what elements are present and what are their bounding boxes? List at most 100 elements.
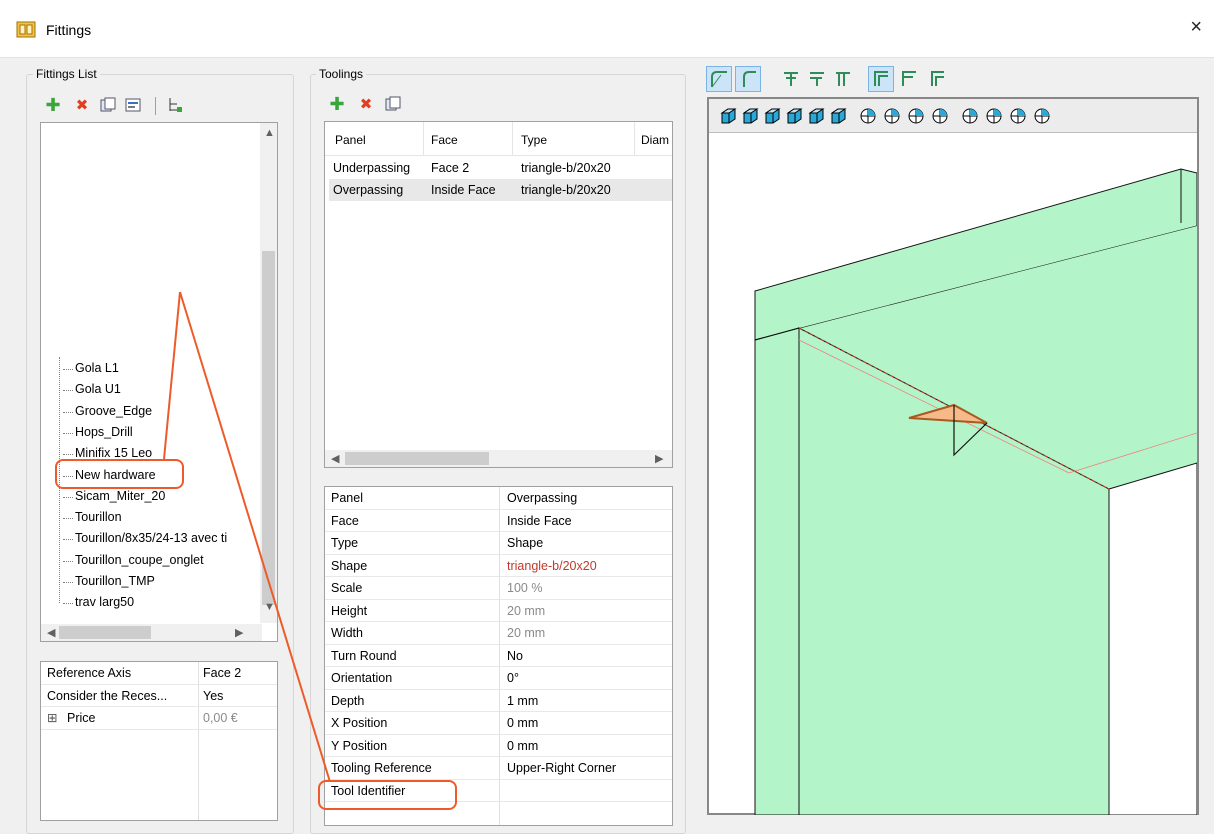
- tooling-properties-grid[interactable]: Panel Overpassing Face Inside Face Type Shape…: [324, 486, 673, 826]
- view-cube-icon[interactable]: [907, 107, 925, 125]
- scroll-down-arrow[interactable]: ▼: [264, 601, 275, 613]
- tree-item[interactable]: Tourillon_coupe_onglet: [63, 553, 204, 567]
- corner-joint-3-icon[interactable]: [924, 66, 950, 92]
- view-cube-icon[interactable]: [741, 107, 759, 125]
- t-joint-1-icon[interactable]: [778, 66, 804, 92]
- toolings-horizontal-scrollbar[interactable]: ◀ ▶: [325, 450, 672, 467]
- property-name: Height: [331, 603, 368, 618]
- tree-item[interactable]: Sicam_Miter_20: [62, 489, 165, 503]
- copy-tooling-icon[interactable]: [384, 95, 402, 113]
- property-row[interactable]: Face Inside Face: [325, 510, 672, 532]
- property-row[interactable]: Shape triangle-b/20x20: [325, 555, 672, 577]
- scroll-up-arrow[interactable]: ▲: [264, 127, 275, 139]
- property-name: Reference Axis: [47, 666, 132, 680]
- view-cube-icon[interactable]: [985, 107, 1003, 125]
- tree-item[interactable]: Tourillon_TMP: [63, 574, 155, 588]
- view-cube-icon[interactable]: [859, 107, 877, 125]
- properties-icon[interactable]: [124, 96, 142, 114]
- property-value: Shape: [507, 536, 544, 550]
- tree-item[interactable]: Tourillon/8x35/24-13 avec ti: [62, 531, 227, 545]
- table-row-selected[interactable]: Overpassing Inside Face triangle-b/20x20: [329, 179, 672, 201]
- property-row[interactable]: Orientation 0°: [325, 667, 672, 690]
- view-cube-icon[interactable]: [785, 107, 803, 125]
- property-name: Type: [331, 536, 359, 550]
- corner-joint-1-icon[interactable]: [868, 66, 894, 92]
- fittings-tree[interactable]: Gola L1 Gola U1 Groove_Edge Hops_Drill Minif…: [40, 122, 278, 642]
- cell-panel: Underpassing: [333, 161, 411, 175]
- view-cube-icon[interactable]: [829, 107, 847, 125]
- scroll-thumb[interactable]: [345, 452, 489, 465]
- property-row[interactable]: Scale 100 %: [325, 577, 672, 600]
- property-value: 0°: [507, 671, 519, 685]
- scroll-right-arrow[interactable]: ▶: [235, 626, 243, 639]
- 3d-scene[interactable]: [709, 133, 1197, 815]
- scroll-right-arrow[interactable]: ▶: [655, 452, 663, 465]
- property-name: Depth: [331, 693, 365, 708]
- view-mode-1-icon[interactable]: [706, 66, 732, 92]
- property-name: Consider the Reces...: [47, 688, 168, 703]
- corner-joint-2-icon[interactable]: [896, 66, 922, 92]
- tree-item[interactable]: trav larg50: [62, 595, 134, 609]
- tree-horizontal-scrollbar[interactable]: ◀ ▶: [41, 624, 262, 641]
- property-name: Width: [331, 626, 363, 640]
- view-cube-icon[interactable]: [763, 107, 781, 125]
- view-cube-icon[interactable]: [807, 107, 825, 125]
- copy-fitting-icon[interactable]: [99, 96, 117, 114]
- column-header[interactable]: Type: [521, 133, 547, 147]
- tree-item[interactable]: Gola L1: [63, 361, 119, 375]
- property-row[interactable]: Panel Overpassing: [325, 487, 672, 510]
- expand-icon[interactable]: ⊞: [47, 710, 57, 725]
- property-row[interactable]: X Position 0 mm: [325, 712, 672, 735]
- property-row[interactable]: Depth 1 mm: [325, 690, 672, 712]
- tree-item[interactable]: Tourillon: [63, 510, 122, 524]
- cell-face: Inside Face: [431, 183, 496, 197]
- view-mode-2-icon[interactable]: [735, 66, 761, 92]
- property-value: Face 2: [203, 666, 242, 680]
- tree-item[interactable]: Gola U1: [63, 382, 121, 396]
- property-row[interactable]: Height 20 mm: [325, 600, 672, 622]
- t-joint-2-icon[interactable]: [804, 66, 830, 92]
- delete-fitting-icon[interactable]: ✖: [73, 96, 91, 114]
- view-cube-icon[interactable]: [1009, 107, 1027, 125]
- tree-item[interactable]: Hops_Drill: [63, 425, 133, 439]
- view-cube-icon[interactable]: [719, 107, 737, 125]
- scroll-thumb[interactable]: [59, 626, 151, 639]
- property-row[interactable]: Consider the Reces... Yes: [41, 685, 277, 707]
- scroll-left-arrow[interactable]: ◀: [47, 626, 55, 639]
- property-row[interactable]: Tooling Reference Upper-Right Corner: [325, 757, 672, 780]
- view-cube-icon[interactable]: [931, 107, 949, 125]
- fitting-properties-grid[interactable]: Reference Axis Face 2 Consider the Reces…: [40, 661, 278, 821]
- view-cube-icon[interactable]: [961, 107, 979, 125]
- property-row[interactable]: Width 20 mm: [325, 622, 672, 645]
- close-icon[interactable]: ×: [1190, 16, 1202, 39]
- column-header[interactable]: Panel: [335, 133, 366, 147]
- column-header[interactable]: Diam: [641, 133, 669, 147]
- property-value: 20 mm: [507, 603, 546, 618]
- scroll-thumb[interactable]: [262, 251, 275, 605]
- cell-panel: Overpassing: [333, 183, 404, 197]
- view-cube-icon[interactable]: [883, 107, 901, 125]
- toolings-table[interactable]: Panel Face Type Diam Underpassing Face 2…: [324, 121, 673, 468]
- scroll-left-arrow[interactable]: ◀: [331, 452, 339, 465]
- table-header: Panel Face Type Diam: [325, 122, 672, 156]
- property-value: 0,00 €: [203, 711, 238, 725]
- property-name: Panel: [331, 491, 363, 505]
- 3d-viewer[interactable]: [707, 97, 1199, 815]
- add-fitting-icon[interactable]: ✚: [44, 95, 62, 115]
- annotation-tool-identifier: [318, 780, 457, 810]
- tree-item[interactable]: Groove_Edge: [62, 404, 152, 418]
- delete-tooling-icon[interactable]: ✖: [357, 95, 375, 113]
- property-name: Shape: [331, 558, 368, 573]
- column-header[interactable]: Face: [431, 133, 458, 147]
- add-tooling-icon[interactable]: ✚: [328, 94, 346, 114]
- property-row[interactable]: Turn Round No: [325, 645, 672, 667]
- table-row[interactable]: Underpassing Face 2 triangle-b/20x20: [325, 157, 672, 179]
- property-row[interactable]: Reference Axis Face 2: [41, 662, 277, 685]
- property-row[interactable]: Type Shape: [325, 532, 672, 555]
- tree-structure-icon[interactable]: [166, 96, 184, 114]
- t-joint-3-icon[interactable]: [830, 66, 856, 92]
- property-row[interactable]: ⊞ Price 0,00 €: [41, 707, 277, 730]
- view-cube-icon[interactable]: [1033, 107, 1051, 125]
- property-row[interactable]: Y Position 0 mm: [325, 735, 672, 757]
- tree-vertical-scrollbar[interactable]: ▲ ▼: [260, 123, 277, 623]
